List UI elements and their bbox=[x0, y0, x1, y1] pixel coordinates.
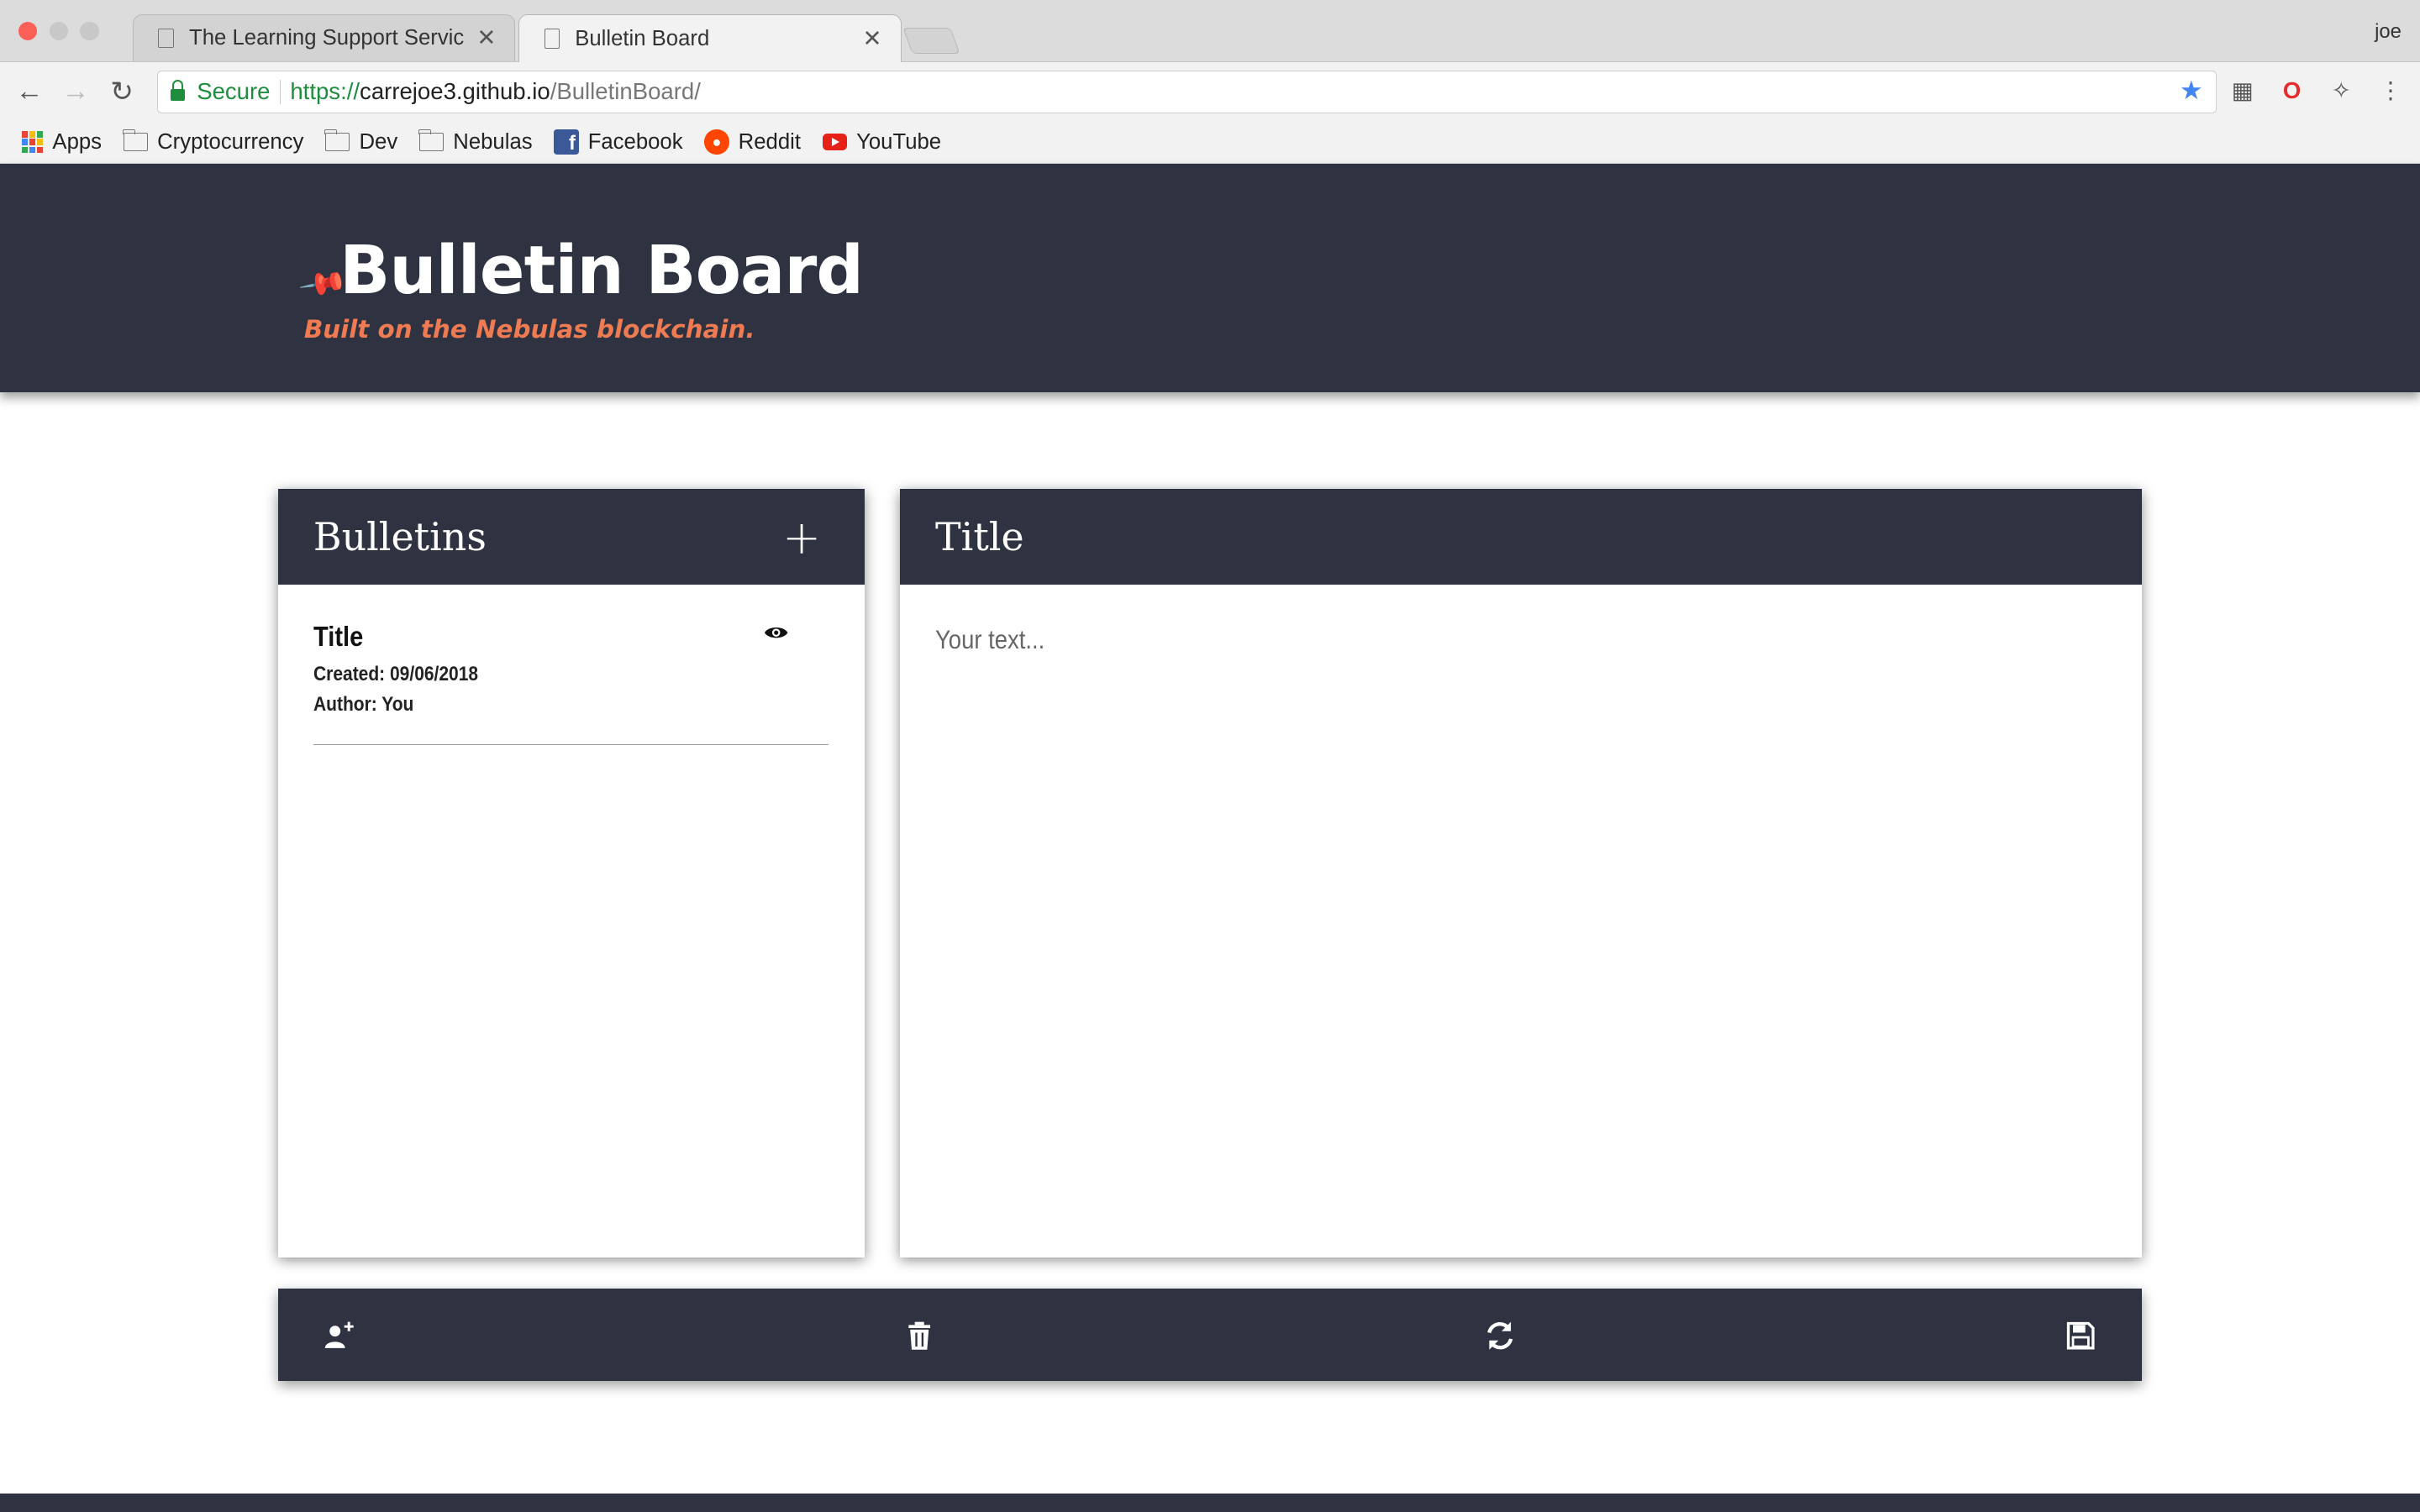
tab-bulletin-board[interactable]: Bulletin Board ✕ bbox=[518, 13, 902, 64]
bookmark-label: Cryptocurrency bbox=[157, 129, 304, 154]
bulletins-heading: Bulletins bbox=[313, 514, 487, 560]
bulletins-panel: Bulletins + Title Created: 09/06/2018 Au… bbox=[277, 489, 865, 1257]
tab-label: The Learning Support Service bbox=[189, 25, 465, 50]
minimize-window-button[interactable] bbox=[49, 21, 68, 40]
refresh-icon[interactable] bbox=[1483, 1319, 1517, 1352]
bookmark-label: YouTube bbox=[856, 129, 942, 154]
back-arrow-icon[interactable]: ← bbox=[6, 76, 52, 108]
close-window-button[interactable] bbox=[18, 21, 38, 40]
editor-title[interactable]: Title bbox=[935, 514, 1024, 559]
url-scheme: https:// bbox=[290, 78, 360, 105]
bookmarks-bar: Apps Cryptocurrency Dev Nebulas f Facebo… bbox=[0, 121, 2420, 164]
view-eye-icon[interactable] bbox=[764, 625, 788, 640]
bulletins-panel-header: Bulletins + bbox=[277, 489, 865, 585]
add-user-icon[interactable] bbox=[323, 1319, 356, 1352]
bookmark-star-icon[interactable]: ★ bbox=[2180, 76, 2203, 106]
browser-tab-strip: The Learning Support Service ✕ Bulletin … bbox=[0, 0, 2420, 64]
forward-arrow-icon[interactable]: → bbox=[52, 76, 98, 108]
bookmark-label: Dev bbox=[359, 129, 398, 154]
bulletin-created: Created: 09/06/2018 bbox=[313, 663, 478, 686]
profile-name[interactable]: joe bbox=[2375, 20, 2402, 44]
save-icon[interactable] bbox=[2064, 1319, 2097, 1352]
browser-toolbar: ← → ↻ Secure https://carrejoe3.github.io… bbox=[0, 62, 2420, 122]
divider bbox=[279, 79, 281, 105]
new-tab-button[interactable] bbox=[902, 28, 960, 55]
bookmark-apps[interactable]: Apps bbox=[21, 129, 103, 155]
sparkle-icon[interactable]: ✧ bbox=[2328, 76, 2355, 104]
window-controls bbox=[18, 21, 99, 40]
facebook-icon: f bbox=[554, 129, 579, 155]
editor-panel: Title Your text... bbox=[899, 489, 2143, 1257]
bookmark-youtube[interactable]: YouTube bbox=[822, 129, 942, 155]
tab-learning-support[interactable]: The Learning Support Service ✕ bbox=[132, 13, 516, 62]
bookmark-label: Apps bbox=[52, 129, 103, 154]
bulletin-author: Author: You bbox=[313, 692, 414, 716]
youtube-icon bbox=[822, 133, 848, 151]
folder-icon bbox=[418, 129, 445, 152]
bookmark-label: Facebook bbox=[587, 129, 683, 154]
bookmark-label: Reddit bbox=[738, 129, 801, 154]
apps-grid-icon bbox=[21, 131, 44, 153]
page-footer bbox=[0, 1493, 2420, 1512]
extension-icons: ▦ O ✧ ⋮ bbox=[2228, 76, 2404, 104]
action-bar bbox=[277, 1288, 2143, 1381]
editor-panel-header: Title bbox=[899, 489, 2143, 585]
tab-close-icon[interactable]: ✕ bbox=[476, 24, 496, 51]
tab-label: Bulletin Board bbox=[575, 26, 710, 50]
folder-icon bbox=[122, 129, 149, 152]
reload-icon[interactable]: ↻ bbox=[99, 75, 145, 108]
secure-label: Secure bbox=[197, 78, 271, 105]
bulletin-title: Title bbox=[313, 622, 364, 654]
bulletin-text-area[interactable]: Your text... bbox=[935, 625, 1966, 655]
bookmark-label: Nebulas bbox=[453, 129, 533, 154]
url-host: carrejoe3.github.io bbox=[360, 78, 550, 105]
bookmark-dev[interactable]: Dev bbox=[324, 129, 398, 155]
extension-icon[interactable]: ▦ bbox=[2228, 76, 2256, 104]
reddit-icon: ● bbox=[704, 129, 729, 155]
url-path: /BulletinBoard/ bbox=[550, 78, 701, 105]
bookmark-cryptocurrency[interactable]: Cryptocurrency bbox=[122, 129, 304, 155]
bookmark-facebook[interactable]: f Facebook bbox=[554, 129, 683, 155]
page-header: 📌 Bulletin Board Built on the Nebulas bl… bbox=[0, 163, 2420, 392]
document-icon bbox=[158, 28, 174, 49]
bulletin-list-item[interactable]: Title Created: 09/06/2018 Author: You bbox=[313, 622, 829, 745]
tab-close-icon[interactable]: ✕ bbox=[863, 25, 882, 52]
folder-icon bbox=[324, 129, 350, 152]
page-subtitle: Built on the Nebulas blockchain. bbox=[303, 314, 755, 344]
add-bulletin-button[interactable]: + bbox=[782, 511, 821, 564]
document-icon bbox=[544, 29, 560, 50]
address-bar[interactable]: Secure https://carrejoe3.github.io/Bulle… bbox=[157, 70, 2217, 114]
opera-icon[interactable]: O bbox=[2278, 76, 2306, 104]
bookmark-reddit[interactable]: ● Reddit bbox=[704, 129, 801, 155]
lock-icon bbox=[171, 79, 185, 102]
bookmark-nebulas[interactable]: Nebulas bbox=[418, 129, 533, 155]
zoom-window-button[interactable] bbox=[80, 21, 99, 40]
trash-icon[interactable] bbox=[902, 1319, 936, 1352]
menu-dots-icon[interactable]: ⋮ bbox=[2377, 76, 2405, 104]
page-title: Bulletin Board bbox=[339, 231, 864, 309]
